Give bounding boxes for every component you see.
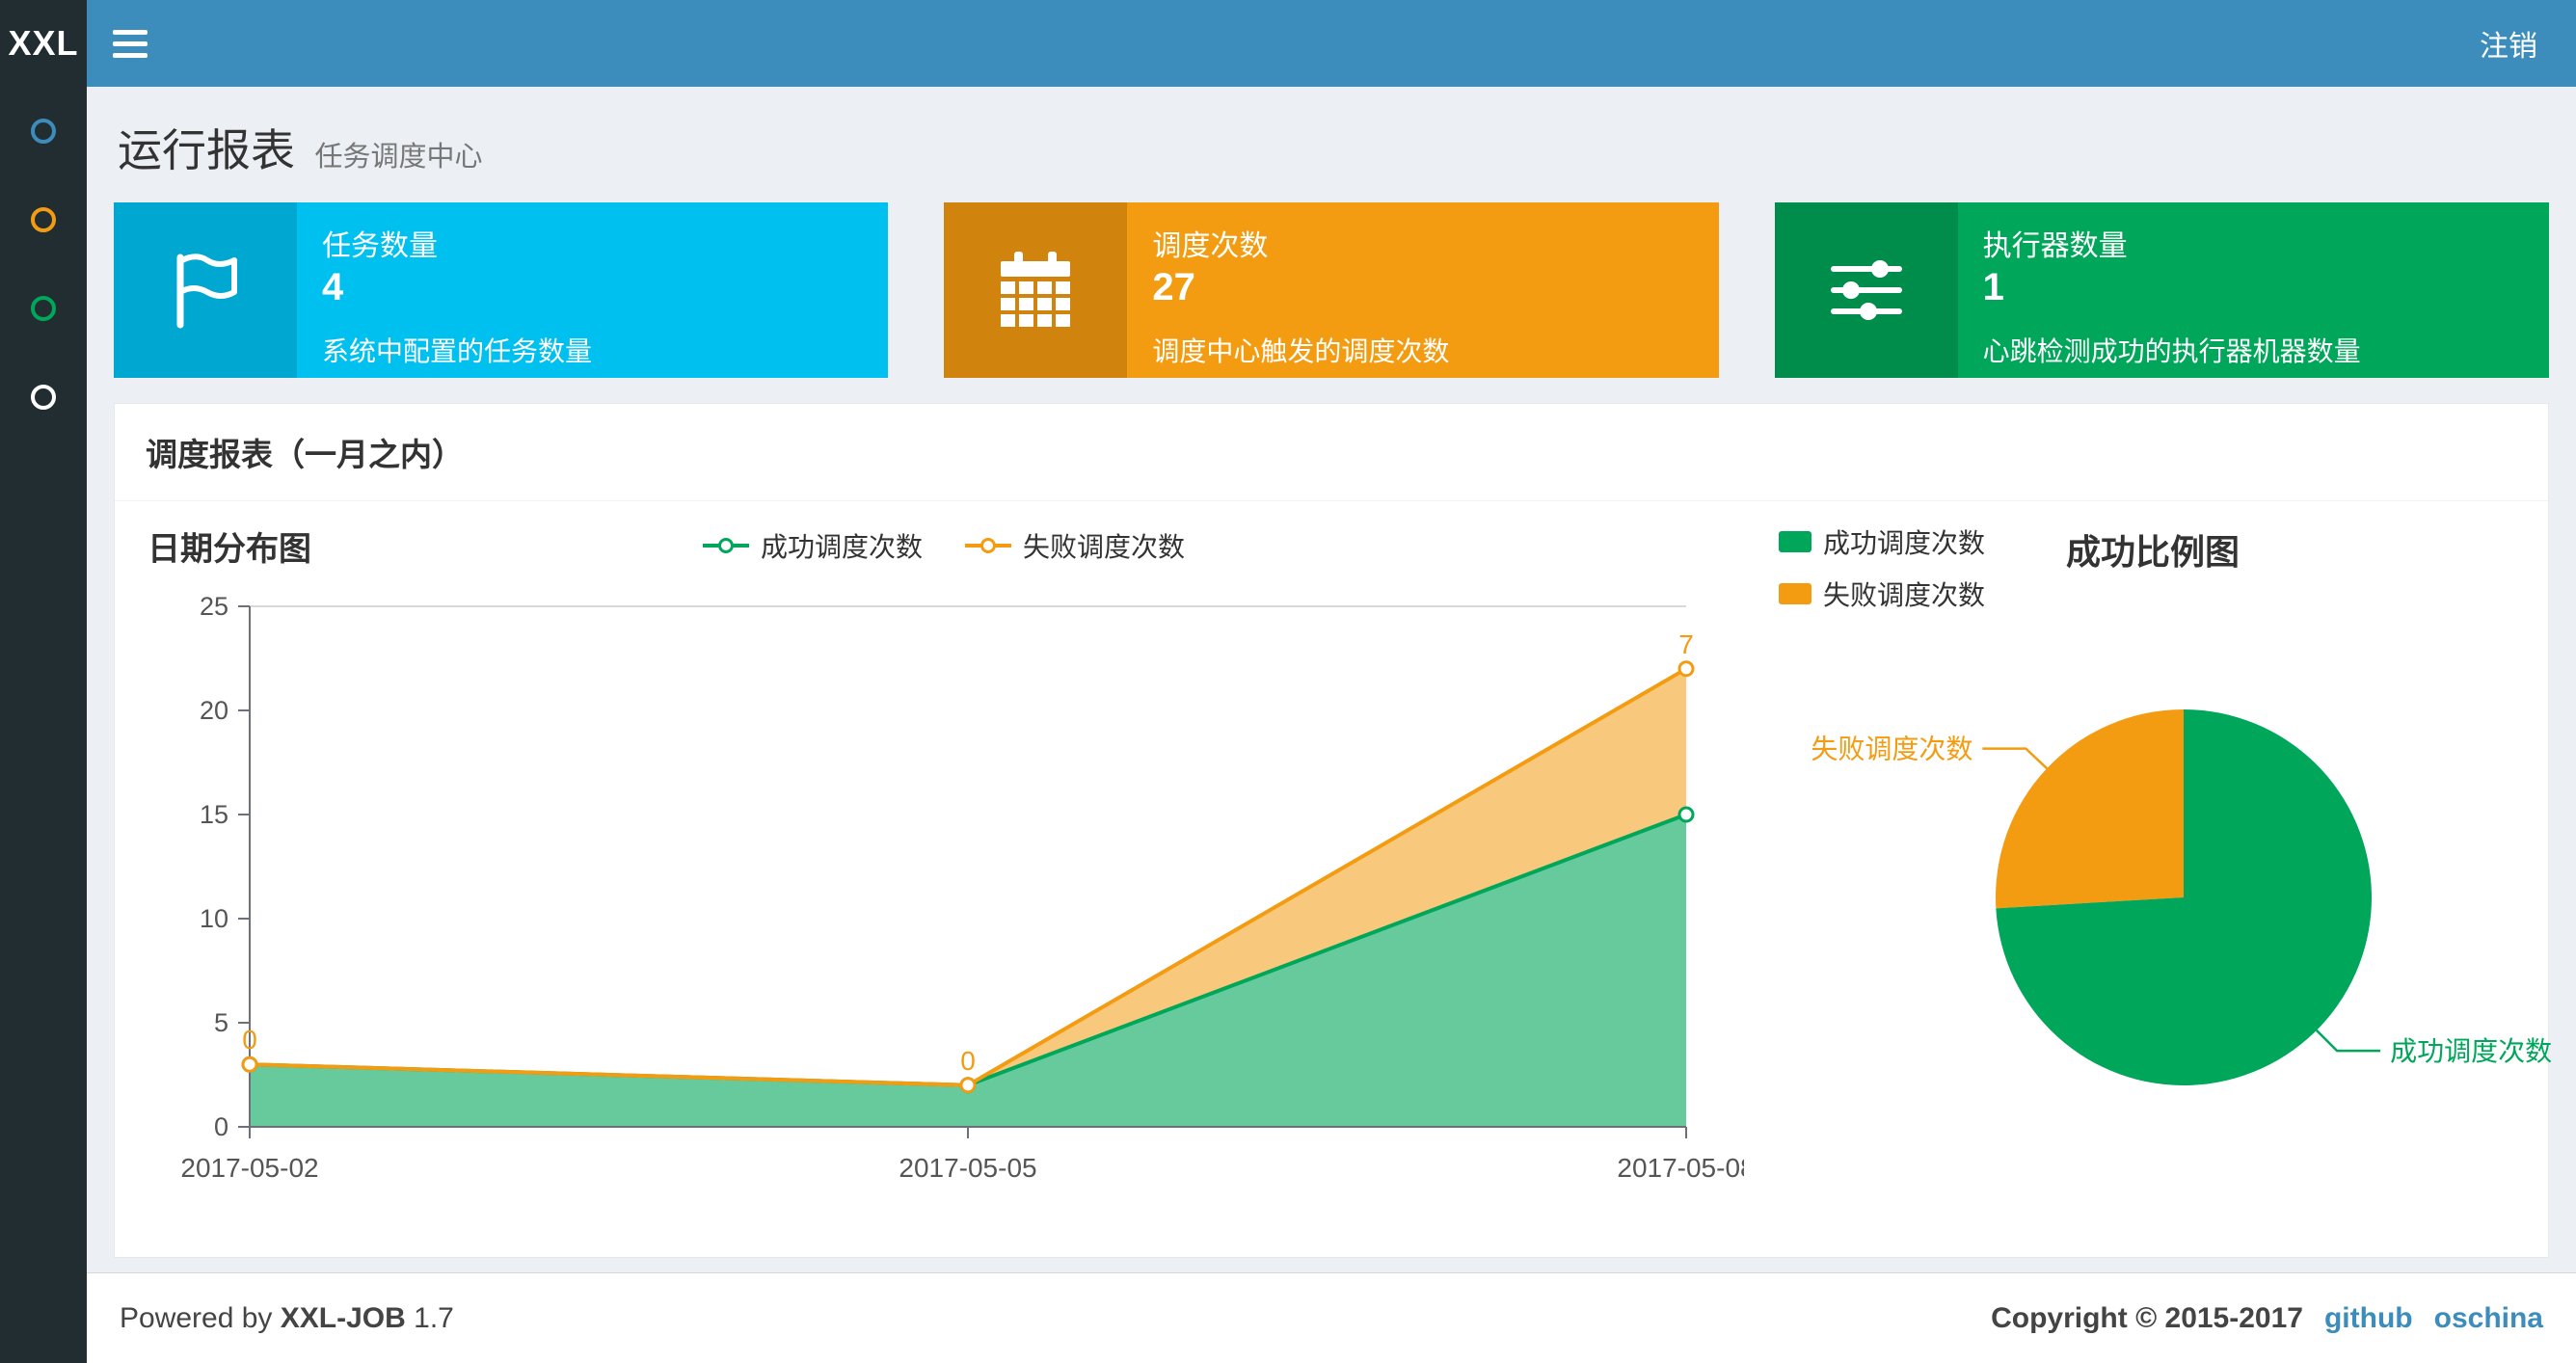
y-tick-label: 0 [214,1112,228,1141]
main-content: 运行报表 任务调度中心 任务数量 4 系统中配置的任务数量 调度次数 27 调度… [87,87,2576,1363]
legend-item-success[interactable]: 成功调度次数 [1779,522,1985,561]
info-box-body: 执行器数量 1 心跳检测成功的执行器机器数量 [1958,202,2549,378]
pie-chart-title: 成功比例图 [2066,532,2241,572]
x-tick-label: 2017-05-08 [1617,1153,1744,1183]
y-tick-label: 5 [214,1008,228,1037]
circle-icon [31,119,56,144]
github-link[interactable]: github [2324,1302,2413,1335]
pie-label-line [2316,1029,2381,1053]
pie-slice-fail[interactable] [1996,709,2184,909]
sidebar-item-4[interactable] [0,353,87,441]
pie-chart-section: 成功调度次数 失败调度次数 成功比例图 失败调度次数 成功调度次数 [1744,522,2569,1230]
pie-label-line [1982,747,2049,770]
logout-link[interactable]: 注销 [2441,0,2576,87]
info-box-number: 27 [1152,266,1195,308]
page-subtitle: 任务调度中心 [314,142,483,173]
legend-item-fail[interactable]: 失败调度次数 [965,526,1185,565]
app-logo[interactable]: XXL [0,0,87,87]
pie-label-fail: 失败调度次数 [1811,735,1972,764]
info-box-title: 调度次数 [1152,230,1269,262]
success-ratio-pie-chart: 失败调度次数成功调度次数 [1811,709,2552,1085]
info-box-desc: 系统中配置的任务数量 [322,336,593,366]
info-box-triggers: 调度次数 27 调度中心触发的调度次数 [944,202,1719,378]
top-navbar: XXL 注销 [0,0,2576,87]
info-box-desc: 心跳检测成功的执行器机器数量 [1982,336,2361,366]
y-tick-label: 25 [200,592,228,621]
sidebar [0,87,87,1363]
page-header: 运行报表 任务调度中心 [87,87,2576,202]
report-panel: 调度报表（一月之内） 日期分布图 成功调度次数 失败调度次数 0 5 10 15… [114,403,2552,1258]
hamburger-icon [113,40,148,46]
version: 1.7 [414,1301,454,1334]
sidebar-item-1[interactable] [0,87,87,175]
powered-by: Powered by XXL-JOB 1.7 [120,1301,454,1334]
info-box-executors: 执行器数量 1 心跳检测成功的执行器机器数量 [1774,202,2549,378]
fail-point[interactable] [241,1056,258,1073]
legend-item-success[interactable]: 成功调度次数 [702,526,923,565]
fail-point-label: 0 [960,1046,976,1076]
circle-icon [31,296,56,321]
pie-label-success: 成功调度次数 [2390,1036,2552,1066]
y-tick-label: 10 [200,904,228,933]
fail-point-label: 7 [1678,629,1694,659]
info-box-row: 任务数量 4 系统中配置的任务数量 调度次数 27 调度中心触发的调度次数 执行… [114,202,2549,378]
hamburger-icon [113,29,148,35]
swatch-icon [1779,531,1811,552]
legend-item-fail[interactable]: 失败调度次数 [1779,575,1985,613]
legend-label: 成功调度次数 [760,532,923,562]
x-tick-label: 2017-05-02 [180,1153,318,1183]
info-box-title: 任务数量 [322,230,438,262]
app-root: XXL 注销 运行报表 任务调度中心 任务数量 4 系统中配置的任务数量 调度次… [0,0,2576,1363]
copyright: Copyright © 2015-2017 [1991,1301,2303,1334]
success-point[interactable] [1677,806,1695,823]
x-tick-label: 2017-05-05 [899,1153,1036,1183]
fail-point[interactable] [959,1077,977,1094]
info-box-body: 调度次数 27 调度中心触发的调度次数 [1127,202,1718,378]
fail-point[interactable] [1677,660,1695,678]
sidebar-item-2[interactable] [0,175,87,264]
line-chart-section: 日期分布图 成功调度次数 失败调度次数 0 5 10 15 20 25 2017… [144,522,1744,1230]
panel-title: 调度报表（一月之内） [115,404,2548,501]
y-tick-label: 20 [200,696,228,725]
footer: Powered by XXL-JOB 1.7 Copyright © 2015-… [87,1272,2576,1363]
info-box-body: 任务数量 4 系统中配置的任务数量 [297,202,888,378]
line-chart-title: 日期分布图 [148,531,311,568]
sliders-icon [1774,202,1958,378]
info-box-number: 4 [322,266,344,308]
info-box-desc: 调度中心触发的调度次数 [1152,336,1450,366]
oschina-link[interactable]: oschina [2434,1302,2543,1335]
circle-icon [31,207,56,232]
legend-label: 失败调度次数 [1023,532,1186,562]
sidebar-item-3[interactable] [0,264,87,353]
info-box-number: 1 [1982,266,2004,308]
fail-point-label: 0 [242,1025,257,1055]
y-tick-label: 15 [200,800,228,829]
info-box-title: 执行器数量 [1982,230,2128,262]
hamburger-icon [113,52,148,58]
date-distribution-chart: 05101520252017-05-02 2017-05-05 2017-05-08… [180,592,1744,1183]
panel-body: 日期分布图 成功调度次数 失败调度次数 0 5 10 15 20 25 2017… [115,501,2552,1257]
line-marker-icon [965,536,1011,555]
sidebar-toggle-button[interactable] [87,0,174,87]
legend-label: 成功调度次数 [1823,528,1986,558]
flag-icon [114,202,297,378]
calendar-icon [944,202,1128,378]
brand-name: XXL-JOB [280,1301,406,1334]
swatch-icon [1779,583,1811,604]
line-chart-legend: 成功调度次数 失败调度次数 [702,526,1185,565]
info-box-jobs: 任务数量 4 系统中配置的任务数量 [114,202,889,378]
legend-label: 失败调度次数 [1823,580,1986,610]
page-title: 运行报表 [118,125,295,175]
circle-icon [31,385,56,410]
pie-chart-legend: 成功调度次数 失败调度次数 [1779,522,1985,613]
line-marker-icon [702,536,749,555]
